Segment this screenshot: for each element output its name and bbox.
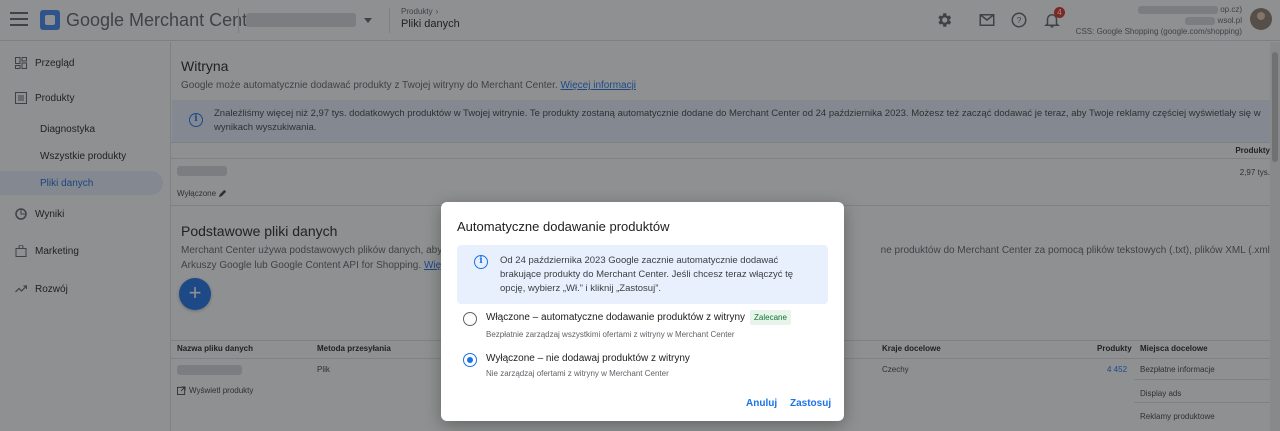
option-off-radio[interactable] <box>463 353 477 367</box>
dialog-title: Automatyczne dodawanie produktów <box>457 219 670 234</box>
option-on-radio[interactable] <box>463 312 477 326</box>
recommended-badge: Zalecane <box>750 310 791 325</box>
info-icon: i <box>474 255 488 269</box>
auto-add-products-dialog: Automatyczne dodawanie produktów i Od 24… <box>441 202 844 421</box>
apply-button[interactable]: Zastosuj <box>790 398 831 409</box>
option-on-label[interactable]: Włączone – automatyczne dodawanie produk… <box>486 312 745 323</box>
dialog-info-text: Od 24 października 2023 Google zacznie a… <box>500 255 794 294</box>
option-on-description: Bezpłatnie zarządzaj wszystkimi ofertami… <box>486 330 735 339</box>
dialog-info-box: i Od 24 października 2023 Google zacznie… <box>457 245 828 304</box>
option-off-label[interactable]: Wyłączone – nie dodawaj produktów z witr… <box>486 353 690 364</box>
option-off-description: Nie zarządzaj ofertami z witryny w Merch… <box>486 369 669 378</box>
cancel-button[interactable]: Anuluj <box>746 398 777 409</box>
